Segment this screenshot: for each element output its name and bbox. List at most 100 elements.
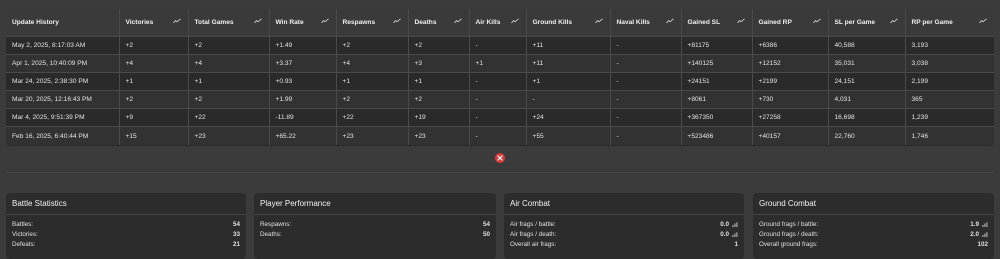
stat-row: Air frags / battle: 0.0 (510, 219, 738, 229)
stat-row: Ground frags / battle: 1.9 (759, 219, 988, 229)
table-cell: +55 (526, 126, 611, 146)
column-header[interactable]: Gained SL (681, 9, 753, 37)
column-header-label: Respawns (342, 18, 376, 26)
stat-label: Air frags / battle: (510, 220, 556, 228)
stat-value: 21 (232, 240, 240, 248)
close-icon[interactable] (495, 153, 505, 163)
column-header[interactable]: Victories (119, 9, 189, 37)
table-cell: +1 (188, 72, 270, 92)
table-cell: +2 (119, 36, 189, 55)
stat-value: 102 (977, 240, 988, 248)
trend-chart-icon[interactable] (320, 18, 329, 24)
table-cell: 24,151 (828, 72, 906, 92)
trend-chart-icon[interactable] (812, 18, 821, 24)
table-cell: +4 (336, 54, 409, 73)
trend-chart-icon[interactable] (889, 18, 898, 24)
stat-label: Overall air frags: (510, 240, 557, 248)
table-cell: Mar 20, 2025, 12:16:43 PM (6, 90, 120, 110)
stat-row: Overall ground frags: 102 (759, 239, 988, 249)
stat-row: Defeats: 21 (12, 239, 240, 249)
table-cell: +23 (408, 126, 470, 146)
column-header[interactable]: Gained RP (752, 9, 829, 37)
column-header[interactable]: Total Games (188, 9, 270, 37)
column-header[interactable]: RP per Game (905, 9, 994, 37)
table-cell: 35,031 (828, 54, 906, 73)
table-cell: Feb 16, 2025, 6:40:44 PM (6, 126, 120, 146)
bar-chart-icon[interactable] (982, 221, 988, 227)
table-cell: +2199 (752, 72, 829, 92)
table-cell: +23 (336, 126, 409, 146)
table-cell: 2,199 (905, 72, 994, 92)
table-cell: +22 (188, 108, 270, 128)
table-cell: +24 (526, 108, 611, 128)
trend-chart-icon[interactable] (665, 18, 674, 24)
stat-label: Respawns: (260, 220, 292, 228)
table-cell: +81175 (681, 36, 753, 55)
panel-title: Battle Statistics (6, 199, 246, 215)
table-cell: +140125 (681, 54, 753, 73)
trend-chart-icon[interactable] (594, 18, 603, 24)
column-header[interactable]: Naval Kills (610, 9, 682, 37)
column-header-label: SL per Game (834, 18, 876, 26)
table-row: May 2, 2025, 8:17:03 AM +2 +2 +1.49 +2 +2- +11… (6, 36, 994, 55)
panel-title: Air Combat (504, 199, 744, 215)
column-header-label: Deaths (414, 18, 437, 26)
table-cell: +65.22 (269, 126, 337, 146)
table-row: Feb 16, 2025, 6:40:44 PM +15 +23 +65.22 +23 +… (6, 126, 994, 146)
trend-chart-icon[interactable] (453, 18, 462, 24)
panel-title: Ground Combat (753, 199, 994, 215)
trend-chart-icon[interactable] (172, 18, 181, 24)
trend-chart-icon[interactable] (736, 18, 745, 24)
table-cell: +22 (336, 108, 409, 128)
table-cell: 3,038 (905, 54, 994, 73)
table-cell: +2 (336, 90, 409, 110)
stat-label: Air frags / death: (510, 230, 557, 238)
update-history-table: Update History Victories Total Games Win Ra… (6, 9, 994, 146)
table-cell: +1.99 (269, 90, 337, 110)
column-header[interactable]: Respawns (336, 9, 409, 37)
stat-row: Deaths: 50 (260, 229, 490, 239)
trend-chart-icon[interactable] (979, 18, 987, 24)
column-header-label: Gained RP (758, 18, 792, 26)
bar-chart-icon[interactable] (982, 231, 988, 237)
table-cell: +19 (408, 108, 470, 128)
table-cell: +1.49 (269, 36, 337, 55)
column-header-label: Victories (125, 18, 154, 26)
stat-value-wrap: 1 (734, 241, 738, 248)
stat-label: Overall ground frags: (759, 240, 818, 248)
stat-value-wrap: 102 (977, 241, 988, 248)
stat-value-wrap: 2.0 (970, 231, 988, 238)
bar-chart-icon[interactable] (732, 231, 738, 237)
column-header-label: Total Games (194, 18, 234, 26)
player-performance-panel: Player Performance Respawns: 54 Deaths: 50 (254, 193, 496, 259)
column-header[interactable]: Ground Kills (526, 9, 611, 37)
update-history-table-container: Update History Victories Total Games Win Ra… (6, 9, 994, 146)
stat-label: Defeats: (12, 240, 36, 248)
table-cell: 1,239 (905, 108, 994, 128)
table-cell: May 2, 2025, 8:17:03 AM (6, 36, 120, 55)
table-cell: +1 (469, 54, 527, 73)
stat-value: 54 (482, 220, 490, 228)
stat-value: 2.0 (970, 230, 979, 238)
column-header[interactable]: Air Kills (469, 9, 527, 37)
table-cell: +1 (336, 72, 409, 92)
column-header[interactable]: Win Rate (269, 9, 337, 37)
table-cell: +1 (119, 72, 189, 92)
table-header-row: Update History Victories Total Games Win Ra… (6, 9, 994, 37)
table-cell: +11 (526, 54, 611, 73)
trend-chart-icon[interactable] (253, 18, 262, 24)
column-header[interactable]: Deaths (408, 9, 470, 37)
table-cell: -11.89 (269, 108, 337, 128)
stat-value: 54 (232, 220, 240, 228)
table-cell: - (469, 108, 527, 128)
stat-value-wrap: 54 (233, 221, 240, 228)
stat-row: Overall air frags: 1 (510, 239, 738, 249)
trend-chart-icon[interactable] (392, 18, 401, 24)
column-header[interactable]: SL per Game (828, 9, 906, 37)
table-cell: +2 (408, 90, 470, 110)
column-header[interactable]: Update History (6, 9, 120, 37)
table-cell: +2 (408, 36, 470, 55)
column-header-label: Win Rate (275, 18, 304, 26)
bar-chart-icon[interactable] (732, 221, 738, 227)
trend-chart-icon[interactable] (510, 18, 519, 24)
